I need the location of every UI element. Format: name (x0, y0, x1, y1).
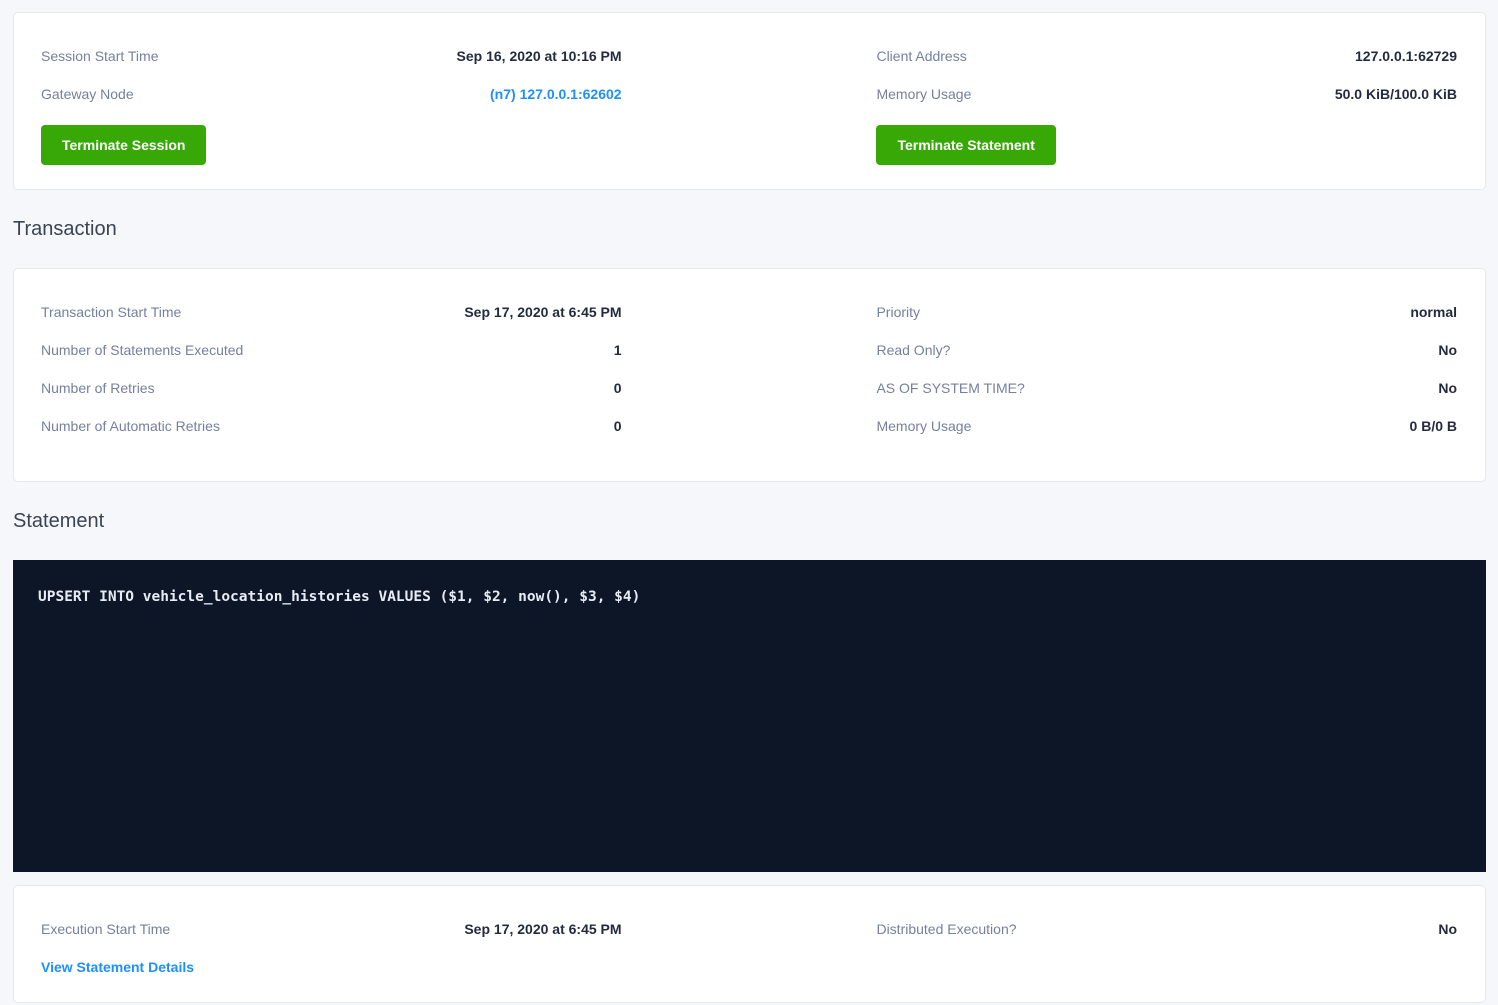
client-address-value: 127.0.0.1:62729 (1355, 47, 1457, 65)
automatic-retries-row: Number of Automatic Retries 0 (41, 407, 622, 445)
gateway-node-label: Gateway Node (41, 85, 134, 103)
execution-left-column: Execution Start Time Sep 17, 2020 at 6:4… (41, 910, 622, 984)
session-start-time-value: Sep 16, 2020 at 10:16 PM (457, 47, 622, 65)
statement-sql-box: UPSERT INTO vehicle_location_histories V… (13, 560, 1486, 872)
read-only-value: No (1438, 341, 1457, 359)
statement-section-heading: Statement (13, 508, 1486, 534)
as-of-system-time-value: No (1438, 379, 1457, 397)
distributed-execution-label: Distributed Execution? (876, 920, 1016, 938)
session-start-time-row: Session Start Time Sep 16, 2020 at 10:16… (41, 37, 622, 75)
transaction-card: Transaction Start Time Sep 17, 2020 at 6… (13, 268, 1486, 482)
execution-card: Execution Start Time Sep 17, 2020 at 6:4… (13, 885, 1486, 1003)
gateway-node-row: Gateway Node (n7) 127.0.0.1:62602 (41, 75, 622, 113)
terminate-statement-button[interactable]: Terminate Statement (876, 125, 1055, 165)
statements-executed-label: Number of Statements Executed (41, 341, 243, 359)
view-statement-details-link[interactable]: View Statement Details (41, 959, 194, 975)
statements-executed-value: 1 (614, 341, 622, 359)
transaction-start-time-value: Sep 17, 2020 at 6:45 PM (464, 303, 621, 321)
retries-value: 0 (614, 379, 622, 397)
priority-label: Priority (876, 303, 920, 321)
gateway-node-link[interactable]: (n7) 127.0.0.1:62602 (490, 85, 622, 103)
automatic-retries-value: 0 (614, 417, 622, 435)
execution-start-time-value: Sep 17, 2020 at 6:45 PM (464, 920, 621, 938)
session-memory-usage-row: Memory Usage 50.0 KiB/100.0 KiB (876, 75, 1457, 113)
as-of-system-time-row: AS OF SYSTEM TIME? No (876, 369, 1457, 407)
read-only-row: Read Only? No (876, 331, 1457, 369)
view-statement-details-row: View Statement Details (41, 953, 622, 981)
read-only-label: Read Only? (876, 341, 950, 359)
session-summary-card: Session Start Time Sep 16, 2020 at 10:16… (13, 12, 1486, 190)
retries-label: Number of Retries (41, 379, 155, 397)
transaction-right-column: Priority normal Read Only? No AS OF SYST… (876, 293, 1457, 445)
statement-sql-text: UPSERT INTO vehicle_location_histories V… (38, 589, 640, 605)
execution-right-column: Distributed Execution? No (876, 910, 1457, 984)
client-address-label: Client Address (876, 47, 966, 65)
transaction-left-column: Transaction Start Time Sep 17, 2020 at 6… (41, 293, 622, 445)
session-memory-usage-label: Memory Usage (876, 85, 971, 103)
transaction-memory-usage-label: Memory Usage (876, 417, 971, 435)
priority-value: normal (1410, 303, 1457, 321)
priority-row: Priority normal (876, 293, 1457, 331)
execution-start-time-row: Execution Start Time Sep 17, 2020 at 6:4… (41, 910, 622, 948)
as-of-system-time-label: AS OF SYSTEM TIME? (876, 379, 1024, 397)
automatic-retries-label: Number of Automatic Retries (41, 417, 220, 435)
terminate-session-button[interactable]: Terminate Session (41, 125, 206, 165)
session-memory-usage-value: 50.0 KiB/100.0 KiB (1335, 85, 1457, 103)
transaction-start-time-row: Transaction Start Time Sep 17, 2020 at 6… (41, 293, 622, 331)
statements-executed-row: Number of Statements Executed 1 (41, 331, 622, 369)
client-address-row: Client Address 127.0.0.1:62729 (876, 37, 1457, 75)
session-start-time-label: Session Start Time (41, 47, 159, 65)
retries-row: Number of Retries 0 (41, 369, 622, 407)
execution-start-time-label: Execution Start Time (41, 920, 170, 938)
session-summary-right-column: Client Address 127.0.0.1:62729 Memory Us… (876, 37, 1457, 165)
distributed-execution-value: No (1438, 920, 1457, 938)
session-summary-left-column: Session Start Time Sep 16, 2020 at 10:16… (41, 37, 622, 165)
transaction-start-time-label: Transaction Start Time (41, 303, 181, 321)
distributed-execution-row: Distributed Execution? No (876, 910, 1457, 948)
transaction-memory-usage-value: 0 B/0 B (1410, 417, 1457, 435)
session-details-page: Session Start Time Sep 16, 2020 at 10:16… (0, 0, 1498, 1003)
transaction-section-heading: Transaction (13, 216, 1486, 242)
transaction-memory-usage-row: Memory Usage 0 B/0 B (876, 407, 1457, 445)
